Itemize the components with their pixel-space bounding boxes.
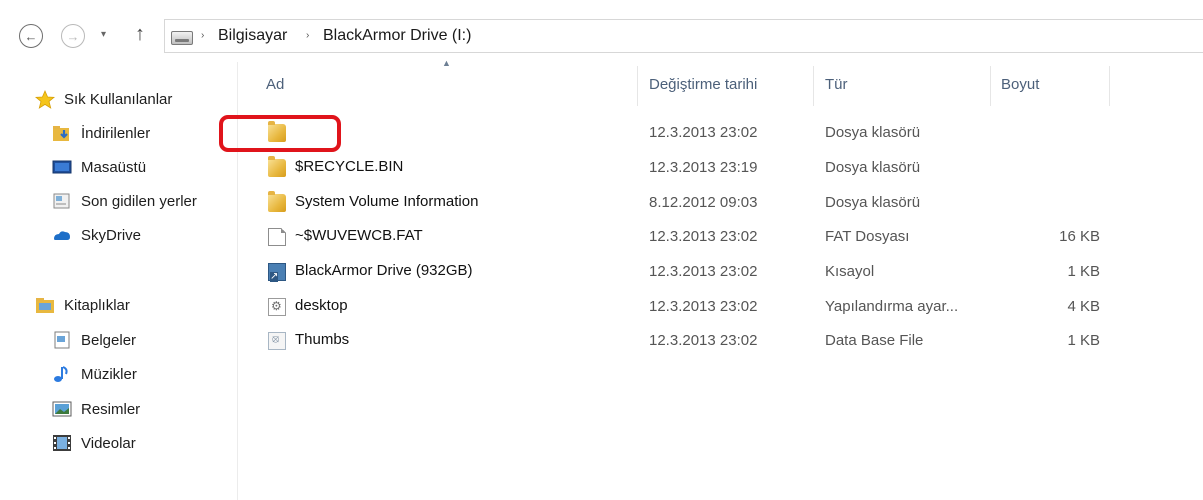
file-type: FAT Dosyası (825, 228, 910, 245)
sidebar-item-documents[interactable]: Belgeler (52, 327, 136, 353)
address-bar[interactable]: › Bilgisayar › BlackArmor Drive (I:) (164, 19, 1203, 53)
skydrive-icon (52, 226, 72, 244)
sidebar-item-music[interactable]: Müzikler (52, 361, 137, 387)
sidebar-item-label: Sık Kullanılanlar (64, 90, 173, 108)
file-name: desktop (295, 297, 348, 314)
file-row[interactable]: $RECYCLE.BIN 12.3.2013 23:19 Dosya klasö… (240, 151, 1203, 185)
back-button[interactable]: ← (19, 24, 43, 48)
database-file-icon (268, 332, 286, 350)
file-date: 12.3.2013 23:02 (649, 332, 758, 349)
file-row[interactable]: desktop 12.3.2013 23:02 Yapılandırma aya… (240, 290, 1203, 324)
shortcut-icon (268, 263, 286, 282)
file-row[interactable]: Thumbs 12.3.2013 23:02 Data Base File 1 … (240, 324, 1203, 358)
file-name: Thumbs (295, 331, 350, 348)
drive-icon (171, 31, 193, 45)
file-size: 4 KB (1067, 298, 1100, 315)
column-divider[interactable] (813, 66, 814, 106)
sidebar-item-label: Son gidilen yerler (81, 192, 197, 210)
documents-icon (52, 331, 72, 349)
sidebar-item-label: Müzikler (81, 365, 137, 383)
forward-arrow-icon: → (66, 28, 80, 44)
downloads-icon (52, 124, 72, 142)
sidebar-item-libraries[interactable]: Kitaplıklar (35, 292, 130, 318)
recent-places-icon (52, 192, 72, 210)
file-row[interactable]: BlackArmor Drive (932GB) 12.3.2013 23:02… (240, 255, 1203, 289)
sidebar-item-pictures[interactable]: Resimler (52, 396, 140, 422)
column-divider[interactable] (1109, 66, 1110, 106)
file-date: 12.3.2013 23:19 (649, 159, 758, 176)
file-type: Kısayol (825, 263, 875, 280)
file-name: $RECYCLE.BIN (295, 158, 404, 175)
desktop-icon (52, 158, 72, 176)
sidebar-item-videos[interactable]: Videolar (52, 430, 136, 456)
sidebar-item-label: Belgeler (81, 331, 137, 349)
sidebar-item-downloads[interactable]: İndirilenler (52, 120, 150, 146)
column-divider[interactable] (990, 66, 991, 106)
column-divider[interactable] (637, 66, 638, 106)
back-arrow-icon: ← (24, 28, 38, 44)
up-button[interactable]: ↑ (135, 23, 145, 46)
sidebar-item-label: İndirilenler (81, 124, 151, 142)
config-file-icon (268, 298, 286, 316)
breadcrumb-separator-icon[interactable]: › (306, 30, 309, 41)
column-header-size[interactable]: Boyut (1001, 76, 1039, 93)
document-icon (268, 228, 286, 246)
column-header-type[interactable]: Tür (825, 76, 848, 93)
file-type: Dosya klasörü (825, 124, 921, 141)
file-name: ~$WUVEWCB.FAT (295, 227, 423, 244)
sort-ascending-icon: ▲ (442, 58, 451, 68)
file-row[interactable]: 12.3.2013 23:02 Dosya klasörü (240, 116, 1203, 150)
file-size: 16 KB (1059, 228, 1100, 245)
videos-icon (52, 434, 72, 452)
sidebar-item-recent-places[interactable]: Son gidilen yerler (52, 188, 197, 214)
pictures-icon (52, 400, 72, 418)
sidebar-item-favorites[interactable]: Sık Kullanılanlar (34, 86, 173, 112)
sidebar-item-label: Videolar (81, 434, 136, 452)
navigation-pane: Sık Kullanılanlar İndirilenler Masaüstü … (0, 62, 238, 500)
breadcrumb-computer[interactable]: Bilgisayar (218, 27, 287, 45)
chevron-down-icon: ▾ (101, 29, 107, 40)
music-icon (52, 365, 72, 383)
breadcrumb-drive[interactable]: BlackArmor Drive (I:) (323, 27, 471, 45)
breadcrumb-separator-icon[interactable]: › (201, 30, 204, 41)
sidebar-item-label: Resimler (81, 400, 141, 418)
folder-icon (268, 156, 286, 177)
forward-button[interactable]: → (61, 24, 85, 48)
file-size: 1 KB (1067, 332, 1100, 349)
file-size: 1 KB (1067, 263, 1100, 280)
recent-locations-dropdown[interactable]: ▾ (101, 29, 106, 40)
libraries-icon (35, 296, 55, 314)
file-date: 12.3.2013 23:02 (649, 298, 758, 315)
file-type: Data Base File (825, 332, 924, 349)
file-type: Yapılandırma ayar... (825, 298, 959, 315)
navigation-bar: ← → ▾ ↑ › Bilgisayar › BlackArmor Drive … (0, 0, 1203, 62)
sidebar-item-label: SkyDrive (81, 226, 142, 244)
file-type: Dosya klasörü (825, 159, 921, 176)
file-date: 12.3.2013 23:02 (649, 124, 758, 141)
sidebar-item-label: Kitaplıklar (64, 296, 130, 314)
up-arrow-icon: ↑ (135, 23, 145, 45)
file-name: BlackArmor Drive (932GB) (295, 262, 473, 279)
sidebar-item-skydrive[interactable]: SkyDrive (52, 222, 141, 248)
folder-icon (268, 191, 286, 212)
sidebar-item-desktop[interactable]: Masaüstü (52, 154, 146, 180)
column-header-date[interactable]: Değiştirme tarihi (649, 76, 757, 93)
file-row[interactable]: ~$WUVEWCB.FAT 12.3.2013 23:02 FAT Dosyas… (240, 220, 1203, 254)
star-icon (34, 89, 56, 109)
file-name: System Volume Information (295, 193, 479, 210)
file-date: 12.3.2013 23:02 (649, 228, 758, 245)
file-date: 12.3.2013 23:02 (649, 263, 758, 280)
highlight-annotation (219, 115, 341, 152)
file-row[interactable]: System Volume Information 8.12.2012 09:0… (240, 186, 1203, 220)
file-date: 8.12.2012 09:03 (649, 194, 758, 211)
file-type: Dosya klasörü (825, 194, 921, 211)
sidebar-item-label: Masaüstü (81, 158, 147, 176)
column-header-name[interactable]: Ad (266, 76, 284, 93)
